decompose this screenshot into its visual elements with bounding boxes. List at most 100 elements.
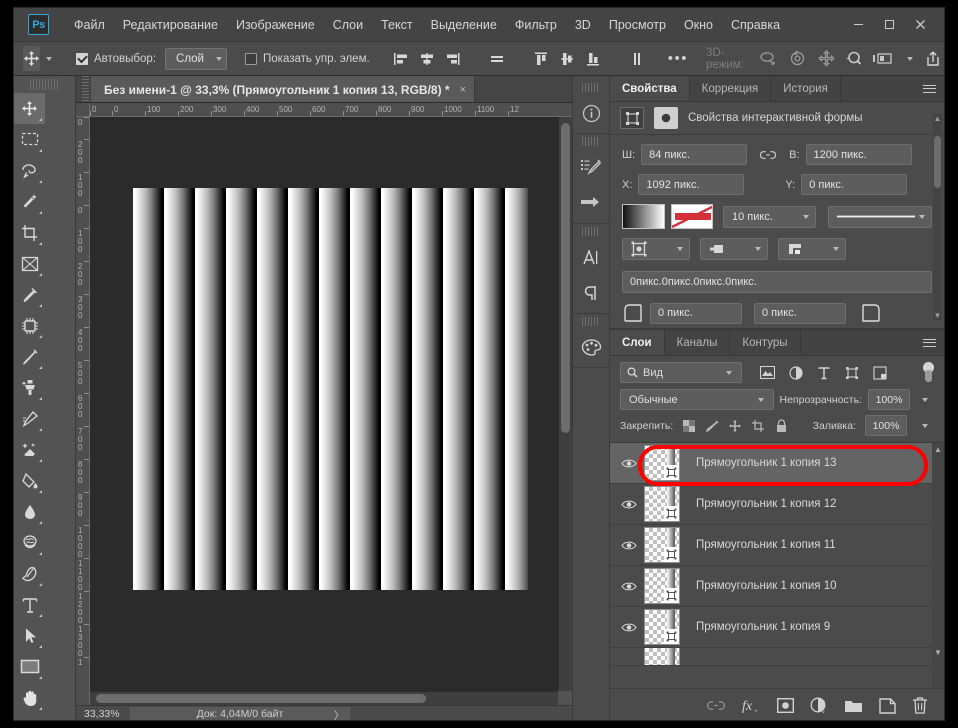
menu-help[interactable]: Справка [722,14,789,36]
layer-name[interactable]: Прямоугольник 1 копия 9 [696,621,830,633]
lasso-tool[interactable] [14,155,45,186]
properties-scrollbar[interactable]: ▲ ▼ [933,114,942,320]
lock-artboard-nesting-icon[interactable] [751,419,766,433]
pan-3d-icon[interactable] [817,50,836,67]
height-input[interactable]: 1200 пикс. [805,144,912,165]
menu-filter[interactable]: Фильтр [506,14,566,36]
hand-tool[interactable] [14,682,45,713]
eyedropper-tool[interactable] [14,279,45,310]
layer-thumbnail[interactable] [644,527,680,563]
layer-name[interactable]: Прямоугольник 1 копия 13 [696,457,836,469]
3d-mode-chevron-down-icon[interactable] [906,56,913,61]
layer-thumbnail[interactable] [644,486,680,522]
properties-panel-menu-button[interactable] [923,76,936,101]
share-icon[interactable] [924,50,942,68]
close-button[interactable] [905,14,936,35]
fill-value[interactable]: 100% [865,415,907,436]
mask-circle-icon[interactable] [654,107,678,129]
toolbox-gripper[interactable] [30,79,59,90]
align-bottom-edges-icon[interactable] [585,48,601,70]
table-row[interactable]: Прямоугольник 1 копия 13 [610,443,944,486]
layer-visibility-toggle[interactable] [616,458,642,469]
show-controls-checkbox[interactable] [245,52,258,65]
move-tool-icon[interactable] [23,46,40,71]
scrollbar-thumb-vertical[interactable] [561,123,570,433]
status-expand-arrow-icon[interactable]: 〉 [334,707,344,721]
tool-preset-chevron-down-icon[interactable] [46,56,52,61]
align-top-edges-icon[interactable] [533,48,549,70]
layer-visibility-toggle[interactable] [616,499,642,510]
move-tool[interactable] [14,93,45,124]
table-row[interactable]: Прямоугольник 1 копия 10 [610,566,944,607]
scroll-down-arrow-icon[interactable]: ▼ [933,311,942,320]
quick-selection-tool[interactable] [14,186,45,217]
ruler-corner[interactable] [76,103,90,117]
filter-smart-object-icon[interactable] [873,365,887,380]
menu-layers[interactable]: Слои [324,14,372,36]
close-tab-icon[interactable]: × [460,84,466,96]
tab-layers[interactable]: Слои [610,330,665,355]
layer-visibility-toggle[interactable] [616,581,642,592]
rail-gripper-3[interactable] [582,227,600,236]
stroke-cap-select[interactable] [700,238,768,260]
layer-thumbnail[interactable] [644,609,680,645]
layers-panel-menu-button[interactable] [923,330,936,355]
scrollbar-thumb-horizontal[interactable] [96,694,426,703]
info-panel-button[interactable] [573,95,609,131]
lock-transparent-pixels-icon[interactable] [682,419,696,433]
scroll-up-arrow-icon[interactable]: ▲ [933,114,942,123]
chain-link-icon[interactable] [760,149,777,161]
spot-healing-tool[interactable] [14,310,45,341]
canvas-scrollbar-horizontal[interactable] [90,691,558,705]
more-options-button[interactable]: ••• [668,51,688,66]
corner-radius-input-2[interactable]: 0 пикс. [754,302,846,324]
table-row[interactable] [610,648,944,666]
blend-mode-select[interactable]: Обычные [620,389,774,410]
clone-stamp-tool[interactable] [14,372,45,403]
opacity-chevron-down-icon[interactable] [922,397,928,402]
filter-enable-toggle[interactable] [923,362,934,383]
stroke-align-select[interactable] [622,238,690,260]
orbit-3d-icon[interactable] [759,50,778,67]
history-brush-tool[interactable] [14,403,45,434]
lock-all-icon[interactable] [775,418,788,433]
layer-style-button[interactable]: fx [741,697,761,715]
menu-select[interactable]: Выделение [422,14,506,36]
filter-adjustment-icon[interactable] [789,365,803,380]
slide-3d-icon[interactable] [846,50,862,67]
table-row[interactable]: Прямоугольник 1 копия 11 [610,525,944,566]
autoselect-checkbox[interactable] [76,52,88,65]
scroll-down-arrow-icon[interactable]: ▼ [932,648,944,660]
stroke-corner-select[interactable] [778,238,846,260]
tab-channels[interactable]: Каналы [665,330,731,355]
link-layers-button[interactable] [707,699,725,712]
stroke-width-select[interactable]: 10 пикс. [723,205,816,228]
delete-layer-button[interactable] [912,697,928,714]
new-layer-button[interactable] [879,697,896,714]
layer-name[interactable]: Прямоугольник 1 копия 10 [696,580,836,592]
menu-text[interactable]: Текст [372,14,421,36]
zoom-level[interactable]: 33,33% [76,708,130,720]
menu-window[interactable]: Окно [675,14,722,36]
menu-view[interactable]: Просмотр [600,14,675,36]
document-tab-gripper[interactable] [79,76,91,102]
add-mask-button[interactable] [777,698,794,713]
lock-image-pixels-icon[interactable] [705,419,719,433]
pen-tool[interactable] [14,558,45,589]
rail-gripper-2[interactable] [582,137,600,146]
filter-pixel-icon[interactable] [760,366,775,379]
tab-adjustments[interactable]: Коррекция [690,76,772,101]
blur-tool[interactable] [14,496,45,527]
canvas-viewport[interactable] [90,117,558,691]
eraser-tool[interactable] [14,434,45,465]
tab-paths[interactable]: Контуры [730,330,801,355]
layer-list[interactable]: Shift + ЛКМ Прямоугольник 1 копия 13 [610,443,944,688]
document-tab[interactable]: Без имени-1 @ 33,3% (Прямоугольник 1 коп… [91,76,476,102]
tab-properties[interactable]: Свойства [610,76,690,101]
minimize-button[interactable] [843,14,874,35]
maximize-button[interactable] [874,14,905,35]
align-left-edges-icon[interactable] [393,48,409,70]
menu-image[interactable]: Изображение [227,14,324,36]
distribute-vertical-icon[interactable] [629,48,645,70]
corner-radius-input-1[interactable]: 0 пикс. [650,302,742,324]
